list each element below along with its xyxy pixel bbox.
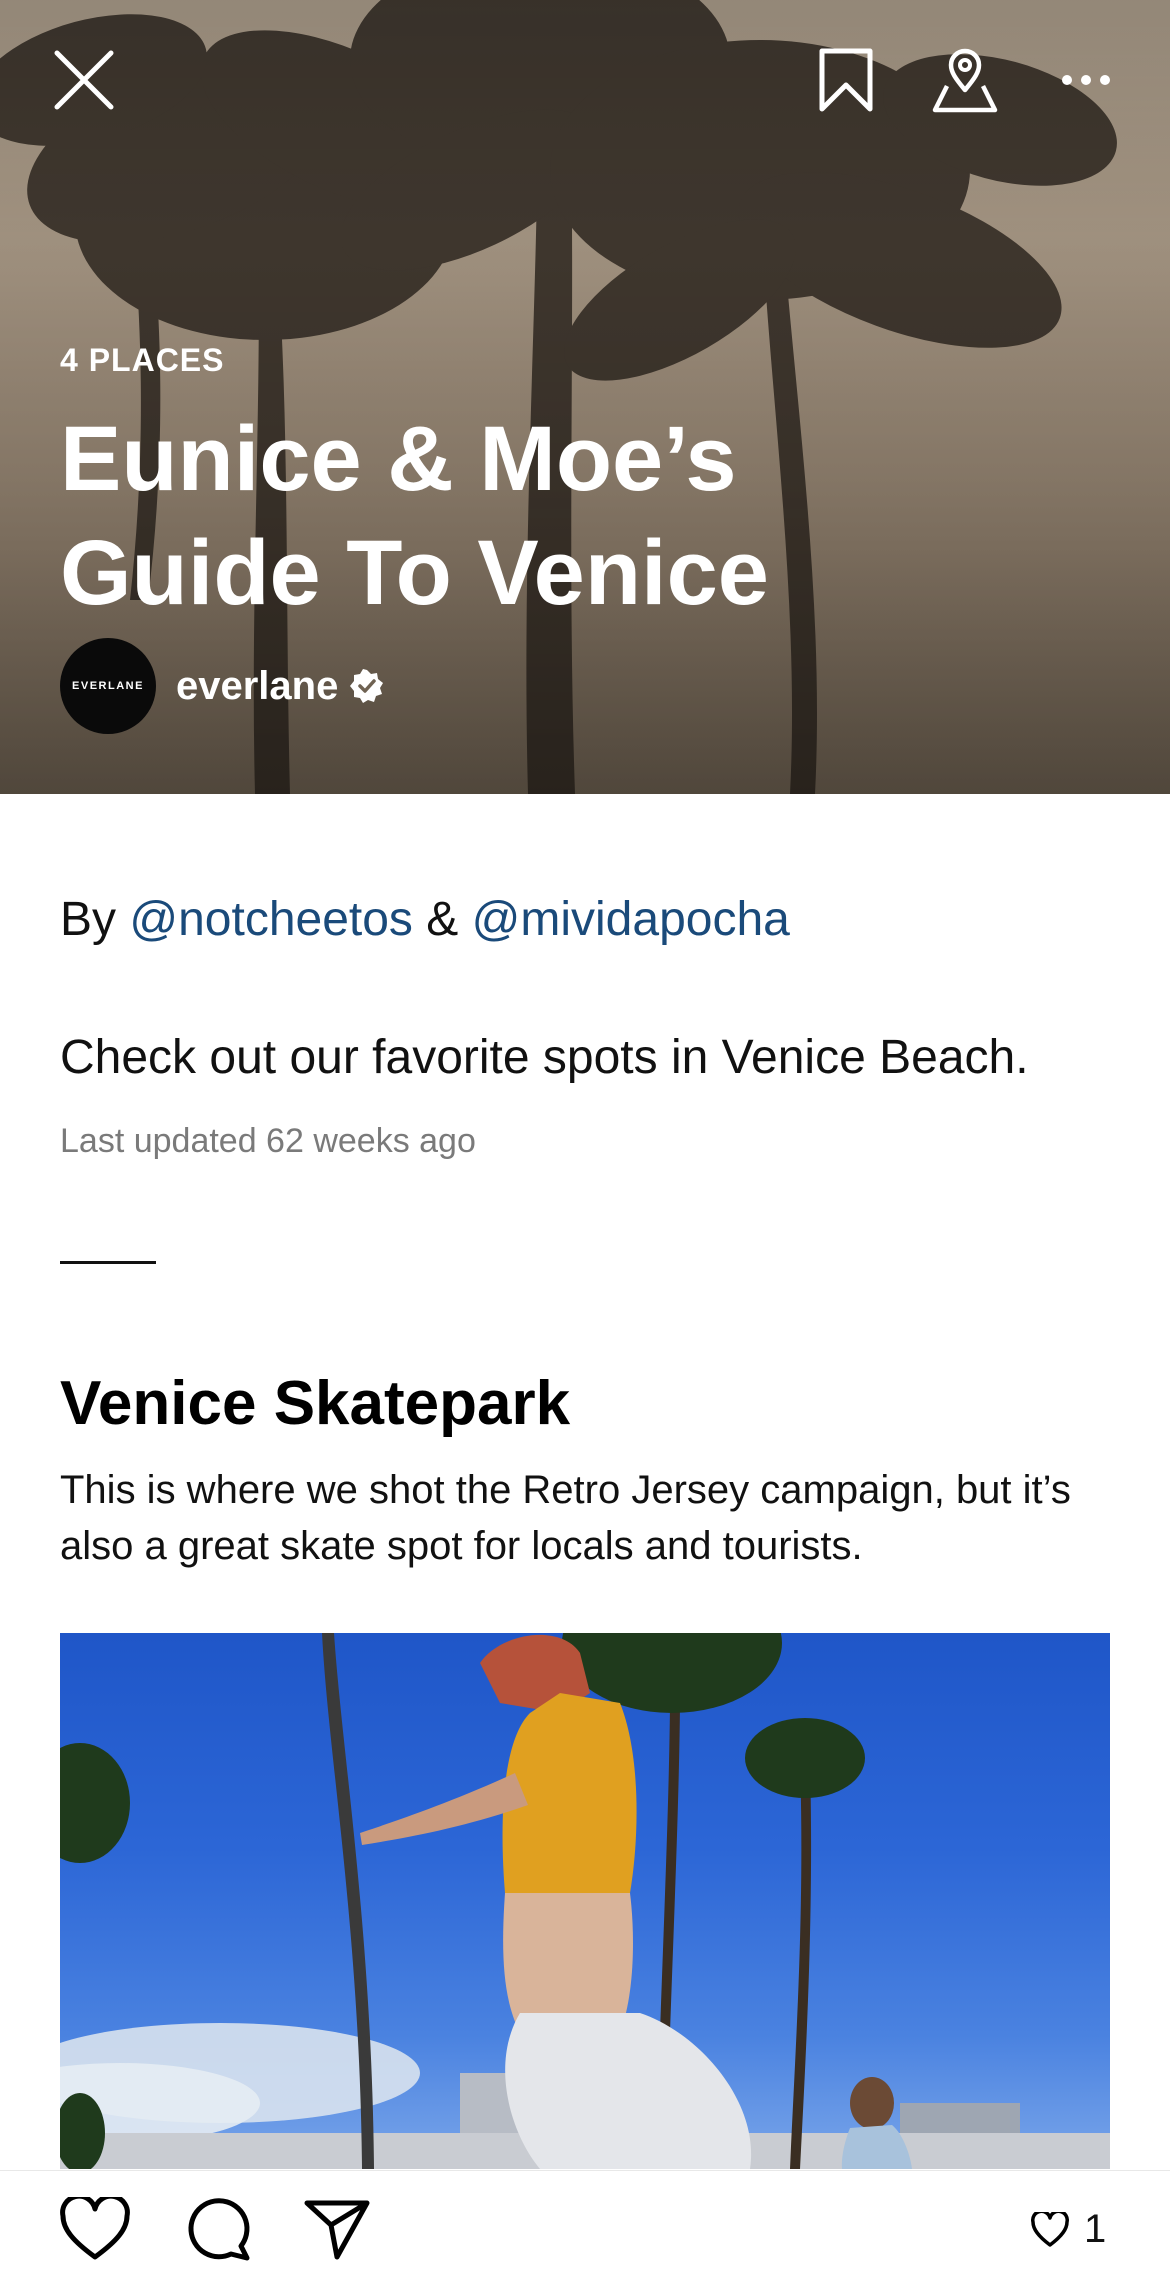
- byline-prefix: By: [60, 893, 117, 946]
- verified-badge-icon: [350, 669, 384, 703]
- guide-description: Check out our favorite spots in Venice B…: [60, 1031, 1029, 1084]
- like-count[interactable]: 1: [1030, 2207, 1106, 2252]
- author-profile-link[interactable]: EVERLANE everlane: [60, 638, 384, 734]
- divider: [60, 1261, 156, 1264]
- bottom-action-bar: 1: [0, 2170, 1170, 2293]
- author-username[interactable]: everlane: [176, 664, 338, 709]
- like-button[interactable]: [55, 2189, 135, 2269]
- avatar-wordmark: EVERLANE: [72, 680, 144, 692]
- like-count-value: 1: [1084, 2207, 1107, 2251]
- last-updated: Last updated 62 weeks ago: [60, 1122, 476, 1160]
- guide-cover: 4 PLACES Eunice & Moe’s Guide To Venice …: [0, 0, 1170, 794]
- close-icon: [54, 50, 114, 110]
- bookmark-icon: [819, 48, 873, 112]
- map-pin-icon: [932, 48, 998, 113]
- save-button[interactable]: [806, 40, 886, 120]
- guide-byline: By @notcheetos & @mividapocha: [60, 892, 790, 947]
- avatar[interactable]: EVERLANE: [60, 638, 156, 734]
- guide-title: Eunice & Moe’s Guide To Venice: [60, 408, 769, 624]
- byline-separator: &: [426, 893, 459, 946]
- close-button[interactable]: [44, 40, 124, 120]
- mention-link[interactable]: @notcheetos: [129, 893, 413, 946]
- send-icon: [304, 2200, 370, 2260]
- mention-link[interactable]: @mividapocha: [472, 893, 790, 946]
- comment-button[interactable]: [178, 2189, 258, 2269]
- place-title[interactable]: Venice Skatepark: [60, 1368, 570, 1439]
- heart-small-icon: [1031, 2211, 1069, 2247]
- more-icon: [1062, 75, 1110, 85]
- more-options-button[interactable]: [1046, 40, 1126, 120]
- map-button[interactable]: [925, 40, 1005, 120]
- place-description: This is where we shot the Retro Jersey c…: [60, 1468, 1071, 1568]
- heart-icon: [60, 2197, 130, 2260]
- place-photo-art: [60, 1633, 1110, 2169]
- comment-icon: [188, 2198, 250, 2261]
- place-photo[interactable]: [60, 1633, 1110, 2169]
- places-count: 4 PLACES: [60, 342, 225, 378]
- share-button[interactable]: [297, 2189, 377, 2269]
